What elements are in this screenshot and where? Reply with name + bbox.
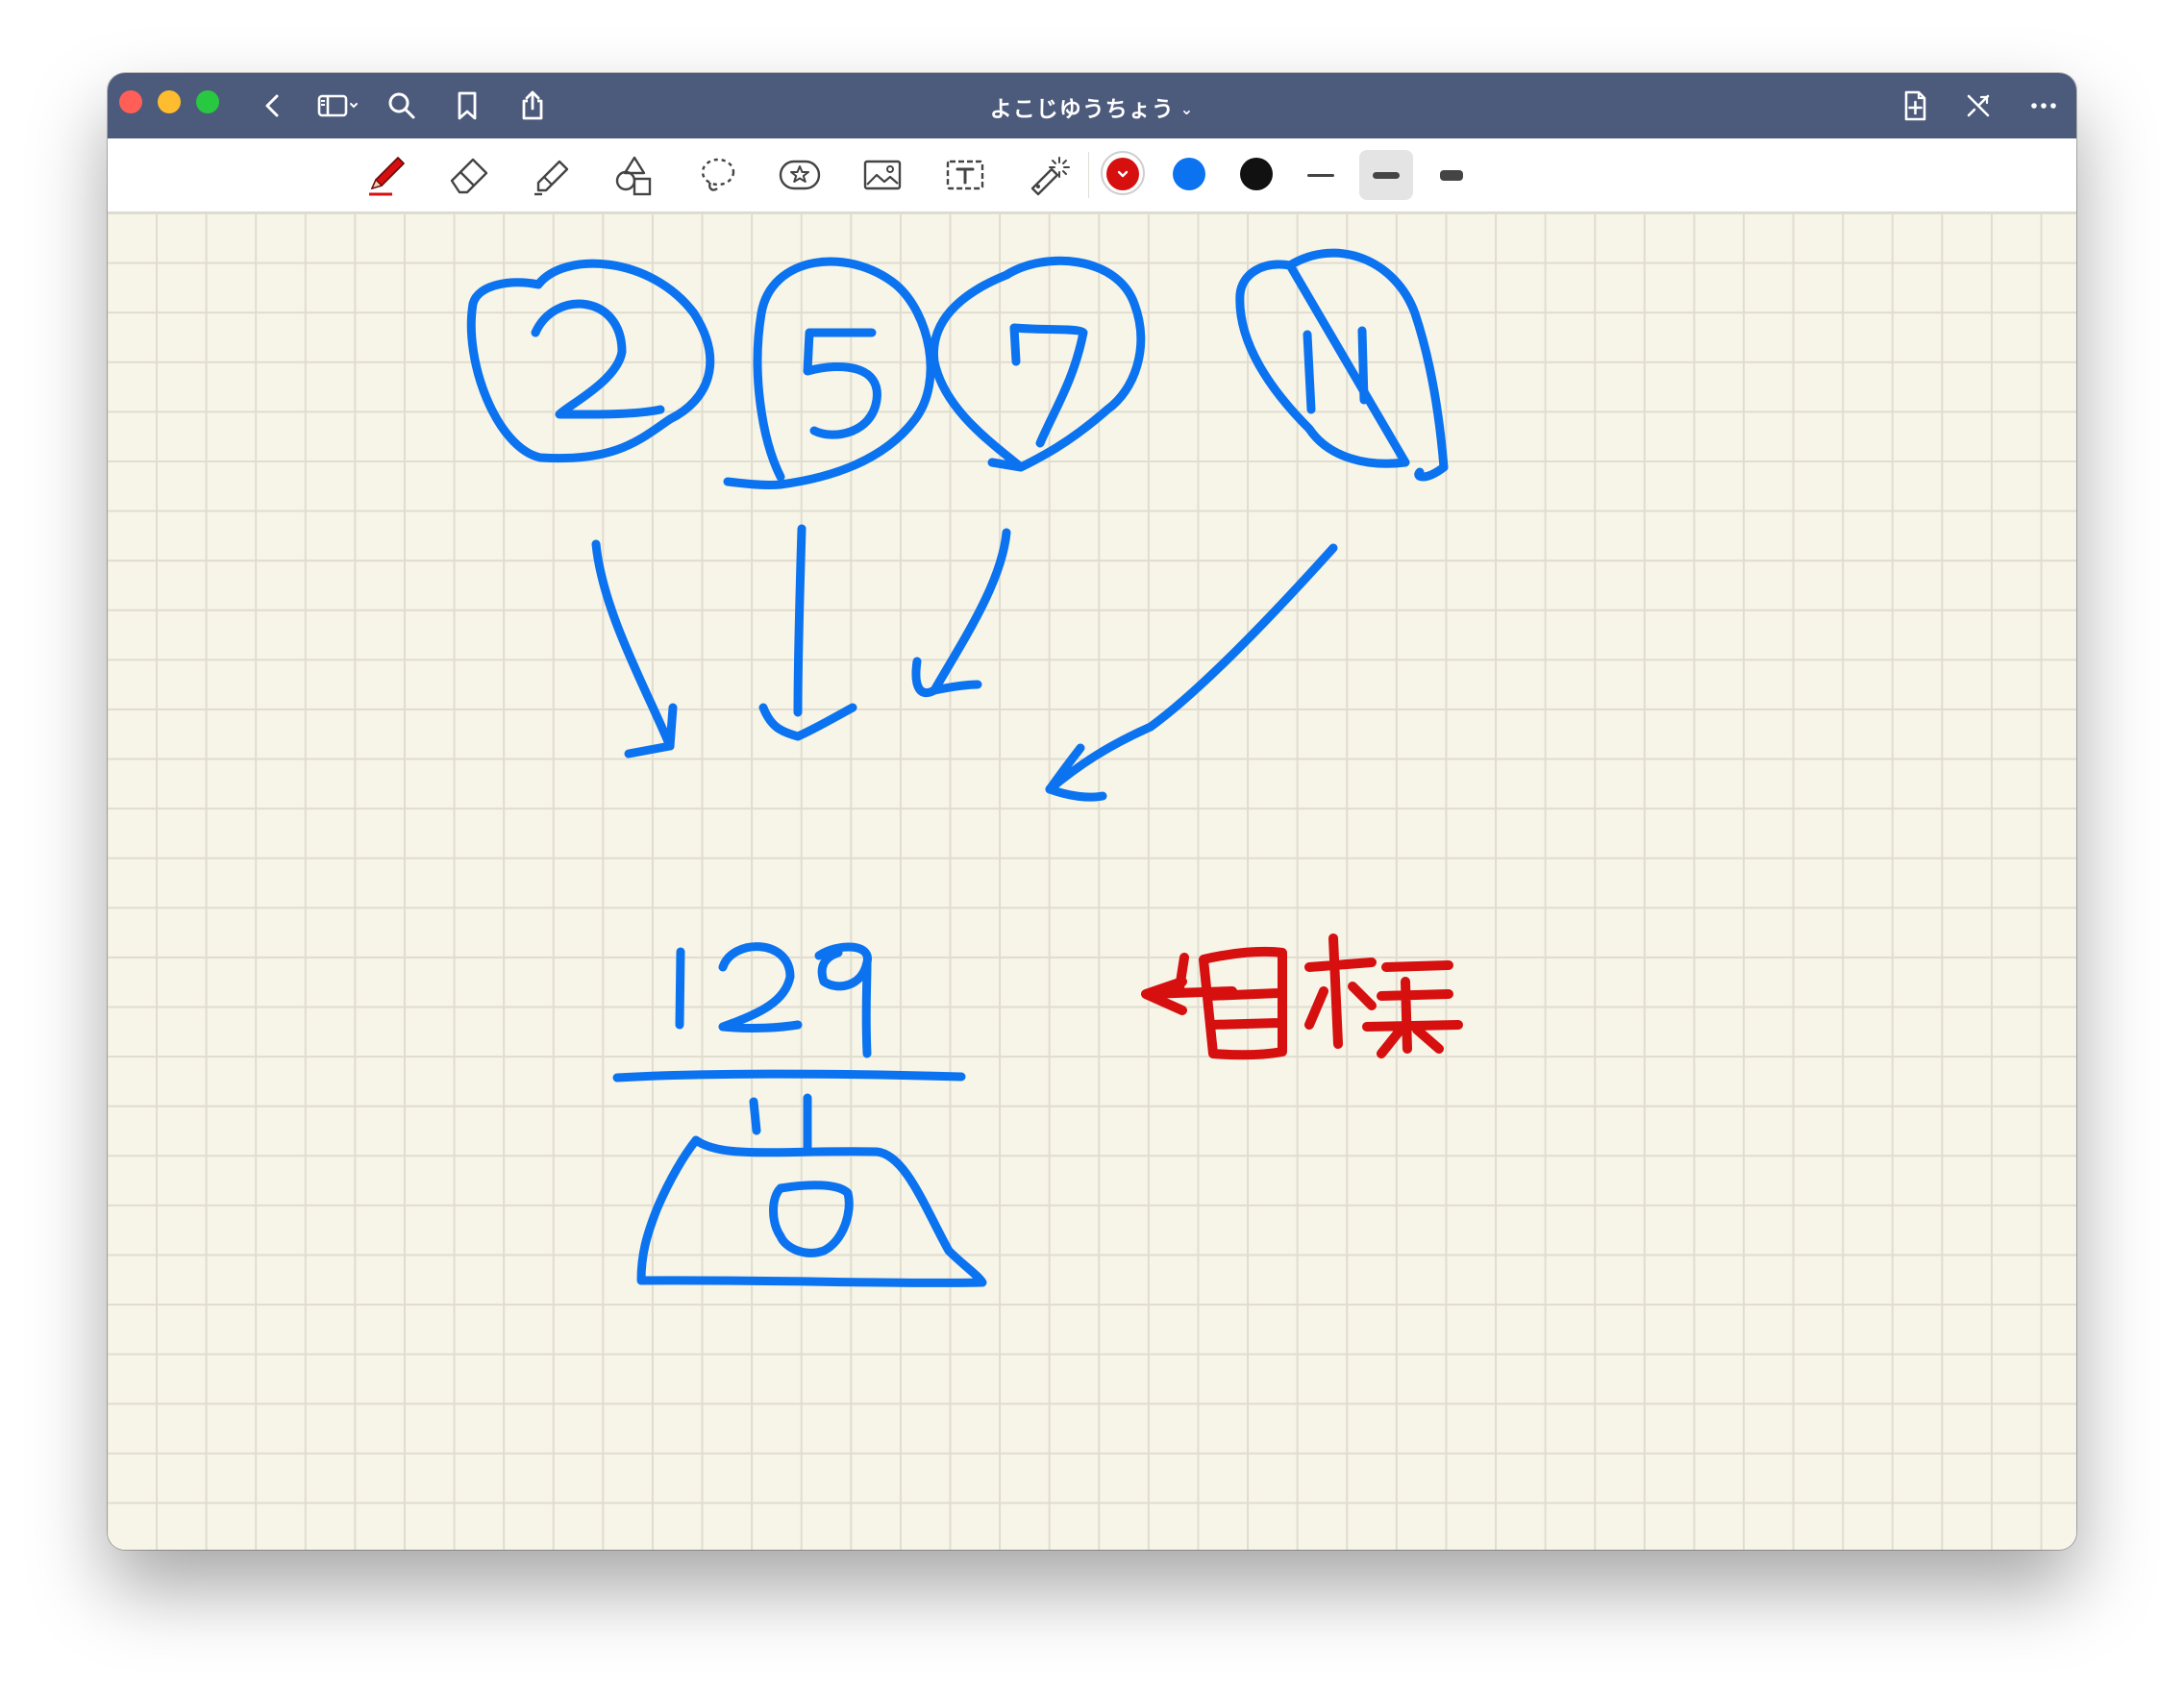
digit-1-stroke (675, 947, 685, 1030)
kanji-me-stroke (1199, 946, 1287, 1060)
circle-stroke (929, 256, 1146, 472)
digit-1-right-stroke (1357, 326, 1369, 405)
digit-1-left-stroke (1303, 330, 1316, 414)
arrow-from-2 (591, 539, 678, 759)
weight-body-stroke (636, 1135, 987, 1287)
digit-2-stroke (531, 299, 665, 419)
circled-number-2 (466, 259, 715, 463)
digit-5-stroke (803, 328, 881, 439)
kanji-hyo-right-stroke (1362, 960, 1463, 1058)
weight-drawing (612, 1069, 987, 1287)
target-number-129 (675, 942, 872, 1058)
arrow-from-7 (911, 528, 1011, 698)
handwriting-layer (466, 248, 1463, 1287)
arrow-from-5 (758, 524, 857, 741)
circled-number-11 (1235, 248, 1449, 482)
arrow-from-11 (1045, 543, 1338, 802)
circled-number-7 (929, 256, 1146, 472)
left-arrow-stroke (1141, 953, 1237, 1015)
circle-stroke (1235, 248, 1449, 482)
app-window: よこじゆうちょう ⌄ (108, 73, 2076, 1550)
target-label-handwriting (1141, 933, 1463, 1060)
digit-7-stroke (1009, 323, 1088, 448)
scale-beam-stroke (612, 1069, 966, 1082)
scale-stem-stroke (749, 1093, 812, 1155)
circle-stroke (466, 259, 715, 463)
digit-2-stroke (718, 942, 803, 1033)
weight-window-stroke (769, 1181, 854, 1257)
circled-number-5 (723, 257, 935, 490)
digit-9-stroke (814, 942, 872, 1058)
circle-stroke (723, 257, 935, 490)
